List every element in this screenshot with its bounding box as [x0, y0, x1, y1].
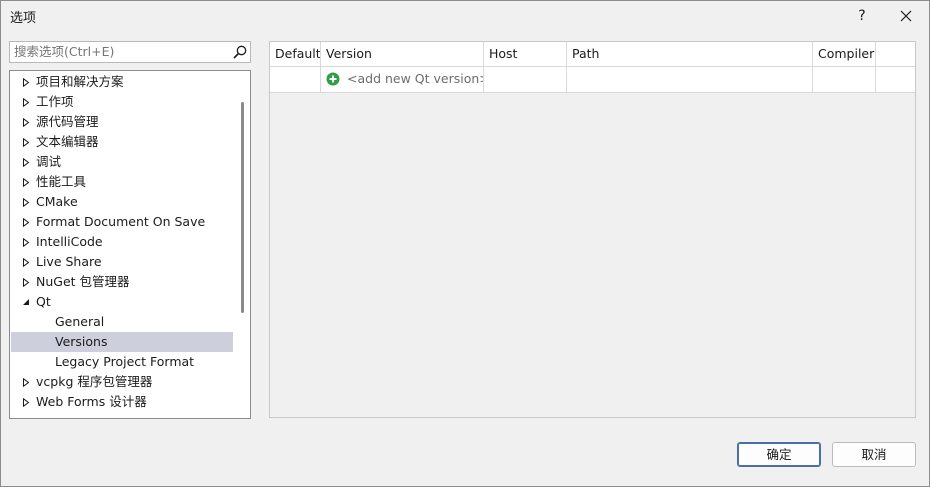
tree-item[interactable]: NuGet 包管理器 [11, 272, 233, 292]
tree-item[interactable]: 调试 [11, 152, 233, 172]
collapsed-arrow-icon[interactable] [20, 172, 32, 192]
options-tree[interactable]: Web Forms 设计器 vcpkg 程序包管理器 Legacy Project … [9, 70, 251, 419]
search-icon[interactable] [232, 44, 248, 60]
ok-button[interactable]: 确定 [737, 442, 821, 467]
close-button[interactable] [883, 1, 929, 31]
tree-item[interactable]: Web Forms 设计器 [11, 392, 233, 412]
add-icon[interactable] [326, 72, 340, 86]
add-version-cell[interactable]: <add new Qt version> [321, 67, 484, 92]
options-dialog: 选项 ? Web Forms 设计器 vcpkg 程序包管理器 Legacy Pro… [0, 0, 930, 487]
collapsed-arrow-icon[interactable] [20, 232, 32, 252]
tree-item[interactable]: General [11, 312, 233, 332]
column-header-default[interactable]: Default [270, 42, 321, 66]
search-input[interactable] [10, 42, 232, 62]
add-version-label[interactable]: <add new Qt version> [347, 71, 483, 86]
tree-item-label: Web Forms 设计器 [36, 394, 147, 409]
collapsed-arrow-icon[interactable] [20, 132, 32, 152]
collapsed-arrow-icon[interactable] [20, 372, 32, 392]
tree-item[interactable]: Qt [11, 292, 233, 312]
title-bar: 选项 ? [1, 1, 929, 31]
dialog-title: 选项 [10, 11, 37, 26]
collapsed-arrow-icon[interactable] [20, 212, 32, 232]
column-header-compiler[interactable]: Compiler [813, 42, 876, 66]
collapsed-arrow-icon[interactable] [20, 72, 32, 92]
extra-cell[interactable] [876, 67, 915, 92]
collapsed-arrow-icon[interactable] [20, 192, 32, 212]
grid-header: Default Version Host Path Compiler [270, 42, 915, 67]
default-cell[interactable] [270, 67, 321, 92]
path-cell[interactable] [567, 67, 813, 92]
host-cell[interactable] [484, 67, 567, 92]
tree-item[interactable]: 工作项 [11, 92, 233, 112]
tree-item[interactable]: Versions [11, 332, 233, 352]
column-header-path[interactable]: Path [567, 42, 813, 66]
tree-item[interactable]: vcpkg 程序包管理器 [11, 372, 233, 392]
add-version-row[interactable]: <add new Qt version> [270, 67, 915, 93]
help-button[interactable]: ? [839, 1, 885, 31]
collapsed-arrow-icon[interactable] [20, 272, 32, 292]
tree-item-label: 文本编辑器 [36, 134, 99, 149]
qt-versions-grid: Default Version Host Path Compiler <add … [269, 41, 916, 418]
column-header-host[interactable]: Host [484, 42, 567, 66]
collapsed-arrow-icon[interactable] [20, 392, 32, 412]
tree-item-label: 调试 [36, 154, 62, 169]
tree-item-label: General [55, 314, 105, 329]
tree-item-label: 性能工具 [36, 174, 87, 189]
tree-item[interactable]: 文本编辑器 [11, 132, 233, 152]
collapsed-arrow-icon[interactable] [20, 92, 32, 112]
tree-item[interactable]: 性能工具 [11, 172, 233, 192]
tree-item-label: 源代码管理 [36, 114, 99, 129]
tree-item[interactable]: Legacy Project Format [11, 352, 233, 372]
tree-item[interactable]: CMake [11, 192, 233, 212]
tree-item-label: CMake [36, 194, 78, 209]
column-header-version[interactable]: Version [321, 42, 484, 66]
tree-item-label: NuGet 包管理器 [36, 274, 130, 289]
column-header-extra[interactable] [876, 42, 915, 66]
expanded-arrow-icon[interactable] [20, 292, 32, 312]
tree-item-label: 项目和解决方案 [36, 74, 124, 89]
tree-item[interactable]: Format Document On Save [11, 212, 233, 232]
collapsed-arrow-icon[interactable] [20, 112, 32, 132]
close-icon [900, 10, 912, 22]
cancel-button[interactable]: 取消 [832, 442, 916, 467]
tree-item-label: 工作项 [36, 94, 74, 109]
tree-item-label: Qt [36, 294, 51, 309]
tree-item-label: Legacy Project Format [55, 354, 195, 369]
tree-item-label: IntelliCode [36, 234, 103, 249]
compiler-cell[interactable] [813, 67, 876, 92]
collapsed-arrow-icon[interactable] [20, 252, 32, 272]
collapsed-arrow-icon[interactable] [20, 152, 32, 172]
tree-item-label: Versions [55, 334, 108, 349]
search-box[interactable] [9, 41, 251, 63]
tree-item[interactable]: 源代码管理 [11, 112, 233, 132]
tree-item[interactable]: IntelliCode [11, 232, 233, 252]
tree-item[interactable]: 项目和解决方案 [11, 72, 233, 92]
tree-scrollbar[interactable] [239, 71, 249, 418]
tree-item[interactable]: Live Share [11, 252, 233, 272]
tree-item-label: vcpkg 程序包管理器 [36, 374, 153, 389]
tree-item-label: Live Share [36, 254, 102, 269]
scroll-thumb[interactable] [241, 102, 244, 313]
tree-item-label: Format Document On Save [36, 214, 206, 229]
